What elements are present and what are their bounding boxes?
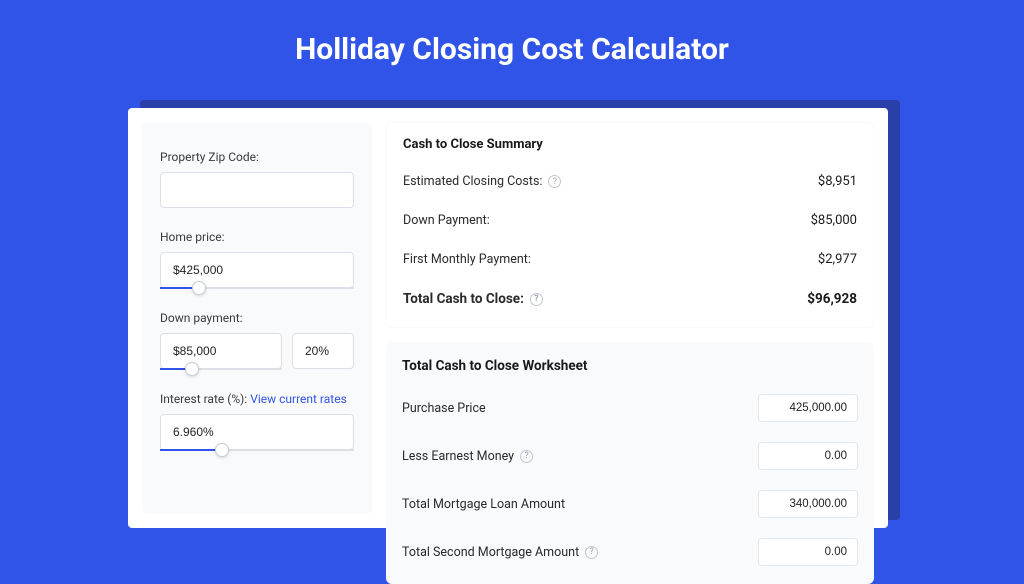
summary-row-label: Down Payment: (403, 213, 490, 228)
page-title: Holliday Closing Cost Calculator (0, 0, 1024, 91)
purchase-price-input[interactable] (758, 394, 858, 422)
summary-row-label: Estimated Closing Costs: (403, 174, 542, 189)
summary-row-value: $2,977 (818, 252, 857, 267)
summary-header: Cash to Close Summary (403, 127, 857, 162)
earnest-money-input[interactable] (758, 442, 858, 470)
summary-box: Cash to Close Summary Estimated Closing … (386, 122, 874, 328)
home-price-input[interactable] (160, 252, 354, 288)
interest-slider[interactable] (160, 449, 354, 451)
results-panel: Cash to Close Summary Estimated Closing … (386, 122, 874, 514)
worksheet-row: Less Earnest Money ? (402, 432, 858, 480)
down-payment-pct-input[interactable] (292, 333, 354, 369)
calculator-card: Property Zip Code: Home price: Down paym… (128, 108, 888, 528)
home-price-slider[interactable] (160, 287, 354, 289)
interest-label: Interest rate (%): (160, 392, 247, 406)
down-payment-input[interactable] (160, 333, 282, 369)
interest-label-row: Interest rate (%): View current rates (160, 392, 354, 406)
home-price-field-group: Home price: (160, 230, 354, 289)
interest-slider-thumb[interactable] (215, 443, 229, 457)
worksheet-row: Purchase Price (402, 384, 858, 432)
worksheet-header: Total Cash to Close Worksheet (402, 346, 858, 384)
help-icon[interactable]: ? (520, 450, 533, 463)
worksheet-row: Total Mortgage Loan Amount (402, 480, 858, 528)
second-mortgage-input[interactable] (758, 538, 858, 566)
worksheet-row: Total Second Mortgage Amount ? (402, 528, 858, 576)
worksheet-row-label: Less Earnest Money (402, 449, 514, 464)
summary-row-value: $8,951 (818, 174, 857, 189)
summary-row-label: First Monthly Payment: (403, 252, 531, 267)
down-payment-slider-thumb[interactable] (185, 362, 199, 376)
zip-label: Property Zip Code: (160, 150, 354, 164)
down-payment-slider[interactable] (160, 368, 282, 370)
zip-field-group: Property Zip Code: (160, 150, 354, 208)
inputs-panel: Property Zip Code: Home price: Down paym… (142, 122, 372, 514)
help-icon[interactable]: ? (548, 175, 561, 188)
summary-row: First Monthly Payment: $2,977 (403, 240, 857, 279)
zip-input[interactable] (160, 172, 354, 208)
worksheet-row-label: Total Second Mortgage Amount (402, 545, 579, 560)
help-icon[interactable]: ? (530, 293, 543, 306)
home-price-label: Home price: (160, 230, 354, 244)
worksheet-row-label: Purchase Price (402, 401, 486, 416)
summary-row-value: $85,000 (811, 213, 857, 228)
view-rates-link[interactable]: View current rates (250, 392, 347, 406)
summary-total-value: $96,928 (807, 291, 857, 307)
home-price-slider-thumb[interactable] (192, 281, 206, 295)
down-payment-field-group: Down payment: (160, 311, 354, 370)
interest-input[interactable] (160, 414, 354, 450)
mortgage-amount-input[interactable] (758, 490, 858, 518)
worksheet-box: Total Cash to Close Worksheet Purchase P… (386, 342, 874, 584)
summary-total-row: Total Cash to Close: ? $96,928 (403, 279, 857, 319)
summary-total-label: Total Cash to Close: (403, 291, 524, 307)
interest-field-group: Interest rate (%): View current rates (160, 392, 354, 451)
help-icon[interactable]: ? (585, 546, 598, 559)
summary-row: Down Payment: $85,000 (403, 201, 857, 240)
summary-row: Estimated Closing Costs: ? $8,951 (403, 162, 857, 201)
down-payment-label: Down payment: (160, 311, 354, 325)
worksheet-row-label: Total Mortgage Loan Amount (402, 497, 565, 512)
